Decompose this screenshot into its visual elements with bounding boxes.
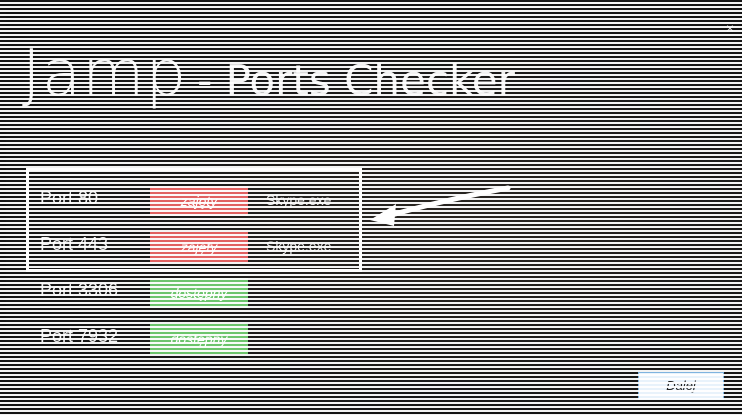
app-window: × Jamp - Ports Checker Port 80 zajęty Sky… [6, 6, 742, 412]
port-label: Port 3306 [40, 280, 119, 300]
app-subtitle: - Ports Checker [197, 56, 515, 105]
port-label: Port 80 [40, 188, 99, 208]
port-label: Port 443 [40, 234, 109, 254]
next-button[interactable]: Dalej [638, 372, 724, 400]
app-logo: Jamp [22, 37, 188, 111]
port-process: Skype.exe [266, 192, 332, 208]
pointer-arrow-icon [370, 185, 511, 226]
port-status-badge: zajęty [150, 232, 248, 262]
close-icon[interactable]: × [726, 20, 734, 36]
app-title: Jamp - Ports Checker [22, 42, 515, 106]
port-status-badge: zajęty [150, 186, 248, 216]
port-label: Port 7932 [40, 326, 119, 346]
port-process: Skype.exe [266, 238, 332, 254]
port-status-badge: dostępny [150, 324, 248, 354]
port-status-badge: dostępny [150, 278, 248, 308]
